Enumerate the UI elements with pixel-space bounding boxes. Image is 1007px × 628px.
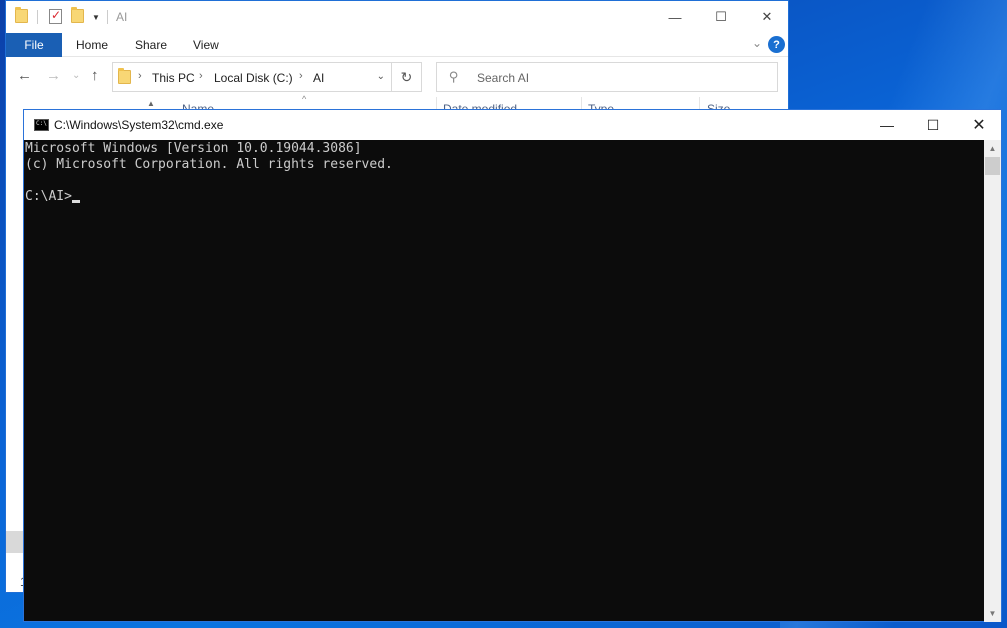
minimize-button[interactable]: — bbox=[864, 110, 910, 140]
close-button[interactable]: ✕ bbox=[956, 110, 1002, 140]
recent-locations-chevron-icon[interactable]: ⌄ bbox=[72, 70, 80, 81]
close-button[interactable]: ✕ bbox=[744, 1, 790, 33]
help-icon[interactable]: ? bbox=[768, 36, 785, 53]
cmd-window-title: C:\Windows\System32\cmd.exe bbox=[54, 118, 224, 132]
up-arrow-icon[interactable]: ↑ bbox=[91, 67, 99, 84]
refresh-icon[interactable]: ↻ bbox=[391, 63, 421, 91]
console-prompt-line[interactable]: C:\AI> bbox=[25, 189, 983, 205]
scroll-down-arrow-icon[interactable]: ▼ bbox=[984, 605, 1001, 622]
sort-ascending-icon: ^ bbox=[302, 94, 307, 104]
forward-arrow-icon[interactable]: → bbox=[46, 67, 61, 84]
breadcrumb-separator-icon[interactable]: › bbox=[138, 70, 142, 82]
navigation-bar: ← → ⌄ ↑ › This PC › Local Disk (C:) › AI… bbox=[6, 57, 788, 97]
divider bbox=[37, 10, 38, 24]
back-arrow-icon[interactable]: ← bbox=[17, 67, 32, 84]
maximize-button[interactable]: ☐ bbox=[698, 1, 744, 33]
breadcrumb-this-pc[interactable]: This PC bbox=[152, 71, 195, 85]
search-input[interactable]: ⚲ Search AI bbox=[436, 62, 778, 92]
tab-file[interactable]: File bbox=[6, 33, 62, 57]
vertical-scrollbar[interactable]: ▲ ▼ bbox=[984, 140, 1001, 622]
text-cursor bbox=[71, 200, 80, 203]
address-bar[interactable]: › This PC › Local Disk (C:) › AI ⌄ ↻ bbox=[112, 62, 422, 92]
quick-access-dropdown-icon[interactable]: ▼ bbox=[92, 13, 100, 22]
scroll-up-arrow-icon[interactable]: ▲ bbox=[984, 140, 1001, 157]
console-line: (c) Microsoft Corporation. All rights re… bbox=[25, 157, 393, 172]
breadcrumb-ai[interactable]: AI bbox=[313, 71, 324, 85]
breadcrumb-separator-icon[interactable]: › bbox=[299, 70, 303, 82]
address-dropdown-chevron-icon[interactable]: ⌄ bbox=[377, 71, 385, 82]
divider bbox=[107, 10, 108, 24]
cmd-icon bbox=[34, 119, 49, 131]
expand-ribbon-chevron-icon[interactable]: ⌄ bbox=[752, 36, 762, 50]
folder-icon bbox=[118, 68, 131, 84]
console-prompt: C:\AI> bbox=[25, 189, 72, 204]
console-output[interactable]: Microsoft Windows [Version 10.0.19044.30… bbox=[25, 141, 983, 621]
breadcrumb-separator-icon[interactable]: › bbox=[199, 70, 203, 82]
search-placeholder: Search AI bbox=[477, 71, 530, 85]
search-icon: ⚲ bbox=[449, 69, 459, 84]
maximize-button[interactable]: ☐ bbox=[910, 110, 956, 140]
properties-icon[interactable] bbox=[49, 8, 62, 24]
ribbon-tabs: File Home Share View ⌄ ? bbox=[6, 33, 788, 57]
tab-share[interactable]: Share bbox=[135, 38, 167, 52]
scrollbar-thumb[interactable] bbox=[985, 157, 1000, 175]
tab-home[interactable]: Home bbox=[76, 38, 108, 52]
command-prompt-window[interactable]: C:\Windows\System32\cmd.exe — ☐ ✕ Micros… bbox=[23, 109, 1002, 622]
explorer-window-title: AI bbox=[116, 10, 128, 24]
console-line: Microsoft Windows [Version 10.0.19044.30… bbox=[25, 141, 362, 156]
folder-icon bbox=[15, 7, 28, 23]
minimize-button[interactable]: — bbox=[652, 1, 698, 33]
new-folder-icon[interactable] bbox=[71, 7, 84, 23]
cmd-titlebar[interactable]: C:\Windows\System32\cmd.exe — ☐ ✕ bbox=[24, 110, 1001, 140]
tab-view[interactable]: View bbox=[193, 38, 219, 52]
breadcrumb-local-disk[interactable]: Local Disk (C:) bbox=[214, 71, 293, 85]
explorer-titlebar[interactable]: ▼ AI — ☐ ✕ bbox=[6, 1, 788, 33]
